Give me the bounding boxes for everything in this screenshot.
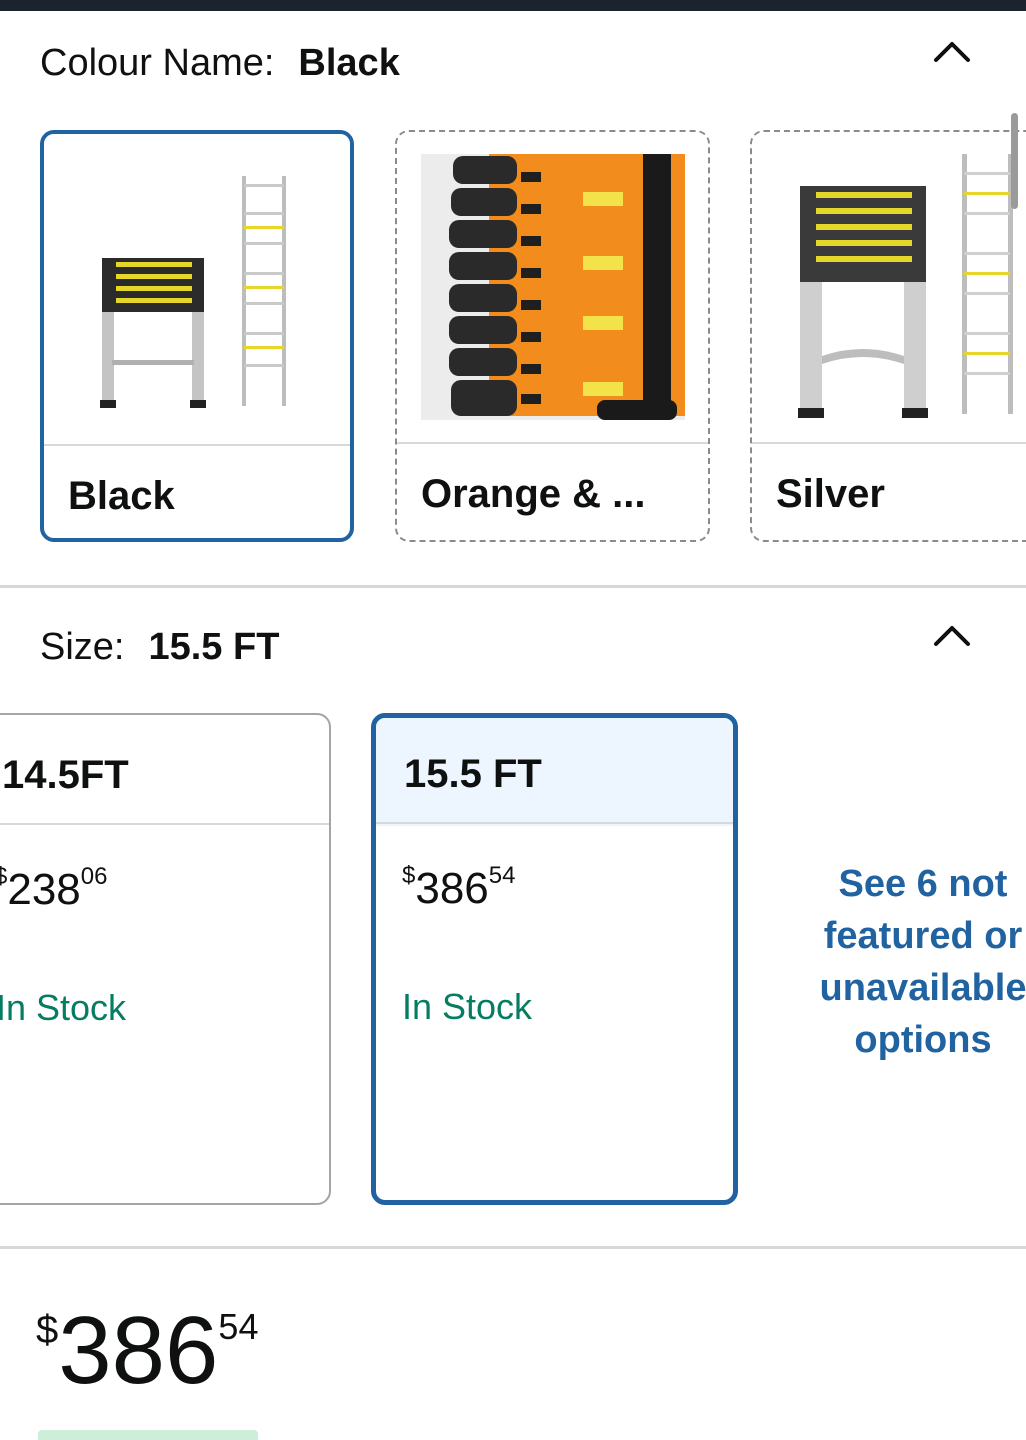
- card-divider: [44, 444, 350, 446]
- card-divider: [397, 442, 708, 444]
- stock-status: In Stock: [0, 987, 127, 1028]
- stock-status: In Stock: [402, 986, 533, 1027]
- size-option-title: 15.5 FT: [404, 752, 542, 796]
- carousel-scrollbar[interactable]: [1011, 113, 1018, 209]
- colour-option-label: Black: [68, 474, 175, 518]
- section-divider: [0, 585, 1026, 588]
- size-option-title: 14.5FT: [2, 753, 129, 797]
- top-status-bar: [0, 0, 1026, 11]
- colour-option-orange[interactable]: Orange & ...: [395, 130, 710, 542]
- colour-selected-value: Black: [298, 42, 400, 84]
- size-option-price: $38654: [402, 862, 515, 914]
- chevron-up-icon[interactable]: [932, 36, 972, 66]
- main-price-currency: $: [36, 1308, 59, 1352]
- price-currency: $: [402, 862, 416, 889]
- price-cents: 54: [488, 862, 516, 889]
- section-divider: [0, 1246, 1026, 1249]
- size-option-price: $23806: [0, 863, 107, 915]
- size-option-header: 14.5FT: [0, 715, 329, 823]
- see-more-options-link[interactable]: See 6 not featured or unavailable option…: [800, 858, 1026, 1066]
- orange-ladder-image: [397, 132, 708, 442]
- price-whole: 238: [7, 865, 81, 914]
- size-option-15-5ft[interactable]: 15.5 FT $38654 In Stock: [371, 713, 738, 1205]
- deal-badge: [38, 1430, 258, 1440]
- colour-option-silver[interactable]: Silver: [750, 130, 1026, 542]
- main-price: $38654: [36, 1296, 258, 1406]
- size-option-14-5ft[interactable]: 14.5FT $23806 In Stock: [0, 713, 331, 1205]
- silver-ladder-image: [752, 132, 1026, 442]
- colour-heading: Colour Name: Black: [40, 42, 400, 85]
- price-whole: 386: [415, 864, 489, 913]
- colour-option-black[interactable]: Black: [40, 130, 354, 542]
- colour-heading-label: Colour Name:: [40, 42, 275, 84]
- size-option-header: 15.5 FT: [376, 718, 733, 826]
- colour-option-label: Orange & ...: [421, 472, 646, 516]
- main-price-cents: 54: [218, 1306, 259, 1347]
- colour-option-label: Silver: [776, 472, 885, 516]
- main-price-whole: 386: [58, 1297, 219, 1404]
- size-heading-label: Size:: [40, 626, 125, 668]
- size-selected-value: 15.5 FT: [148, 626, 280, 668]
- price-cents: 06: [80, 863, 108, 890]
- card-divider: [376, 822, 733, 824]
- black-ladder-image: [44, 134, 350, 444]
- chevron-up-icon[interactable]: [932, 620, 972, 650]
- card-divider: [0, 823, 329, 825]
- card-divider: [752, 442, 1026, 444]
- size-heading: Size: 15.5 FT: [40, 626, 279, 669]
